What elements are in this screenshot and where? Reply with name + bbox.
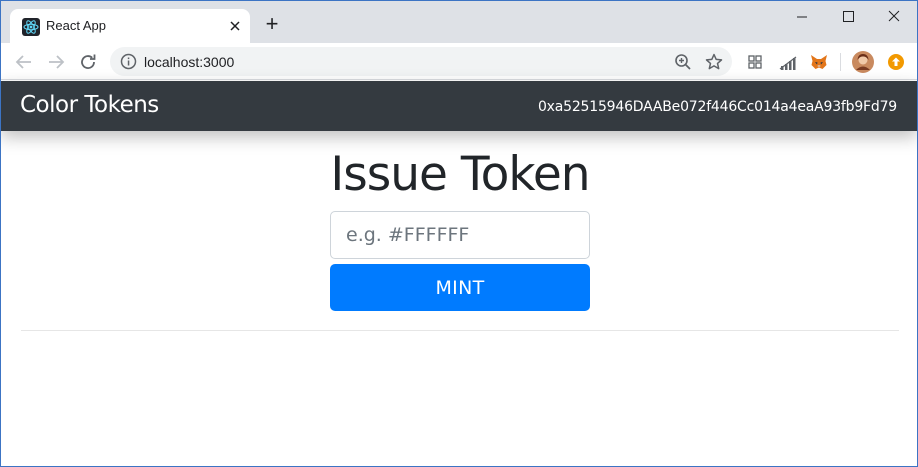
tab-strip: React App + [1, 1, 917, 43]
grid-extension-icon[interactable] [745, 52, 765, 72]
url-text: localhost:3000 [144, 54, 235, 70]
minimize-button[interactable] [779, 5, 825, 29]
window-close-button[interactable] [871, 5, 917, 29]
arrow-left-icon[interactable] [13, 51, 35, 73]
tab-title: React App [46, 18, 106, 33]
navbar-brand[interactable]: Color Tokens [20, 92, 159, 118]
new-tab-button[interactable]: + [260, 13, 284, 37]
app-navbar: Color Tokens 0xa52515946DAABe072f446Cc01… [1, 81, 917, 131]
browser-tab[interactable]: React App [10, 9, 250, 43]
tab-close-icon[interactable] [226, 17, 244, 35]
page-title: Issue Token [330, 147, 590, 202]
zoom-icon[interactable] [673, 52, 693, 72]
info-icon[interactable] [120, 53, 137, 70]
signal-extension-icon[interactable] [778, 52, 798, 72]
browser-window: React App + localhost:3000 Color Tokens … [0, 0, 918, 467]
address-bar[interactable]: localhost:3000 [110, 47, 732, 76]
browser-toolbar: localhost:3000 [1, 43, 917, 80]
account-address: 0xa52515946DAABe072f446Cc014a4eaA93fb9Fd… [537, 99, 897, 115]
mint-button[interactable]: MINT [330, 264, 590, 311]
star-icon[interactable] [704, 52, 724, 72]
toolbar-separator [840, 53, 841, 71]
profile-avatar-icon[interactable] [852, 51, 874, 73]
arrow-right-icon[interactable] [45, 51, 67, 73]
color-input[interactable] [330, 211, 590, 259]
update-badge-icon[interactable] [886, 52, 906, 72]
divider [21, 330, 899, 331]
reload-icon[interactable] [77, 51, 99, 73]
metamask-fox-icon[interactable] [809, 52, 829, 72]
react-logo-icon [22, 18, 40, 36]
maximize-button[interactable] [825, 5, 871, 29]
